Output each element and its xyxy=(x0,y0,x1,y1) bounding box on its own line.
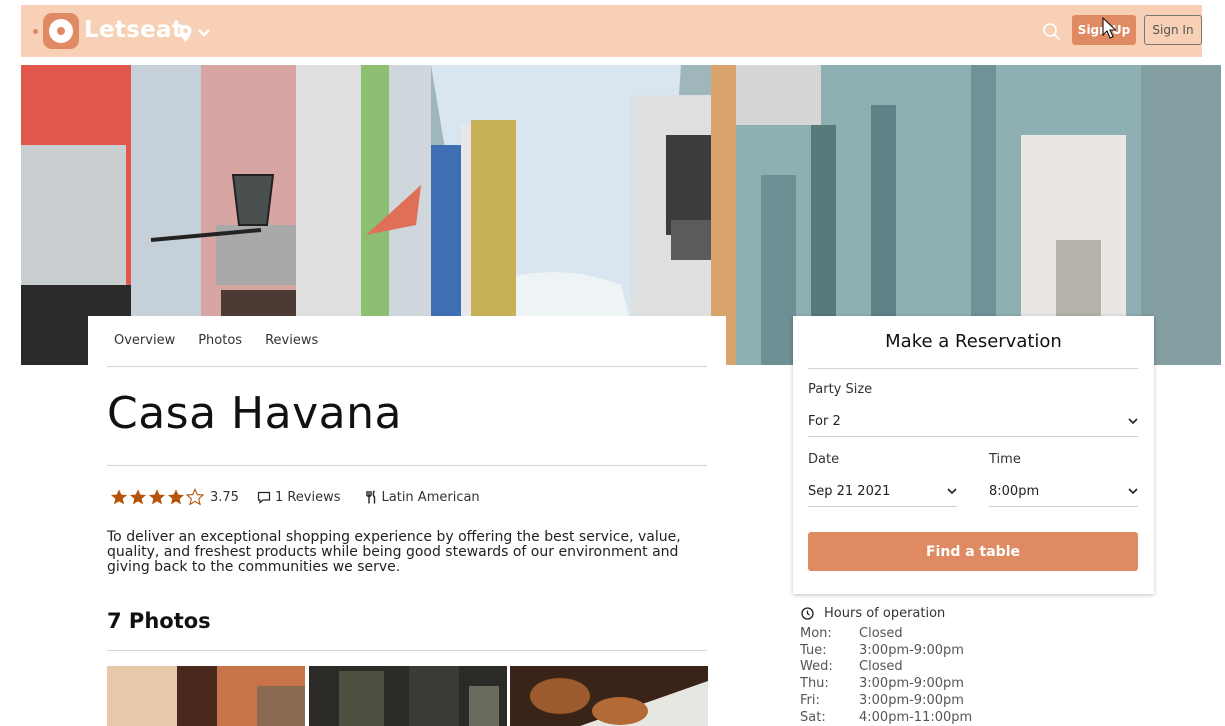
restaurant-meta: 3.75 1 Reviews Latin American xyxy=(110,488,480,506)
divider xyxy=(808,368,1138,369)
navbar: Letseat Sign Up Sign In xyxy=(21,5,1202,57)
star-outline-icon xyxy=(186,488,204,506)
hours-day: Tue: xyxy=(800,642,827,658)
star-rating xyxy=(110,488,204,506)
date-value: Sep 21 2021 xyxy=(808,484,891,499)
photo-thumbnail[interactable] xyxy=(510,666,708,726)
logo-icon[interactable] xyxy=(43,13,79,49)
star-icon xyxy=(148,489,166,505)
star-icon xyxy=(110,489,128,505)
star-icon xyxy=(129,489,147,505)
date-select[interactable]: Sep 21 2021 xyxy=(808,477,957,507)
hours-day: Thu: xyxy=(800,676,829,692)
hours-time: Closed xyxy=(859,659,903,675)
logo-dot xyxy=(33,29,38,34)
find-table-button[interactable]: Find a table xyxy=(808,532,1138,571)
reservation-title: Make a Reservation xyxy=(885,331,1062,352)
star-icon xyxy=(167,489,185,505)
time-value: 8:00pm xyxy=(989,484,1040,499)
hours-row: Tue: 3:00pm-9:00pm xyxy=(800,643,972,660)
location-pin-icon[interactable] xyxy=(178,24,193,43)
divider xyxy=(107,366,707,367)
cuisine: Latin American xyxy=(365,490,480,505)
hours-day: Fri: xyxy=(800,692,820,708)
utensils-icon xyxy=(365,490,375,504)
photo-thumbnail[interactable] xyxy=(309,666,507,726)
hours-day: Mon: xyxy=(800,626,832,641)
hours-title: Hours of operation xyxy=(824,606,946,621)
time-select[interactable]: 8:00pm xyxy=(989,477,1138,507)
chevron-down-icon xyxy=(947,488,957,495)
chevron-down-icon xyxy=(1128,488,1138,495)
signin-button[interactable]: Sign In xyxy=(1144,15,1202,45)
hours-row: Wed: Closed xyxy=(800,659,972,676)
search-icon[interactable] xyxy=(1042,22,1061,41)
divider xyxy=(107,650,707,651)
hours-day: Sat: xyxy=(800,709,826,725)
divider xyxy=(107,465,707,466)
hours-time: 4:00pm-11:00pm xyxy=(859,709,973,725)
hours-day: Wed: xyxy=(800,659,833,675)
restaurant-description: To deliver an exceptional shopping exper… xyxy=(107,529,681,575)
hours-time: 3:00pm-9:00pm xyxy=(859,642,964,658)
time-label: Time xyxy=(989,452,1021,467)
rating-value: 3.75 xyxy=(210,489,239,505)
hours-heading: Hours of operation xyxy=(801,606,945,621)
reviews-count[interactable]: 1 Reviews xyxy=(257,490,341,505)
section-tabs: Overview Photos Reviews xyxy=(88,316,726,366)
chevron-down-icon[interactable] xyxy=(198,29,210,37)
mouse-cursor-icon xyxy=(1102,17,1116,39)
reviews-label: 1 Reviews xyxy=(274,489,341,505)
chevron-down-icon xyxy=(1128,418,1138,425)
hours-time: 3:00pm-9:00pm xyxy=(859,676,964,692)
photos-heading: 7 Photos xyxy=(107,609,211,633)
hours-row: Thu: 3:00pm-9:00pm xyxy=(800,676,972,693)
comment-icon xyxy=(257,491,271,504)
photo-thumbnail[interactable] xyxy=(107,666,305,726)
tab-photos[interactable]: Photos xyxy=(198,333,242,348)
hours-list: Mon: Closed Tue: 3:00pm-9:00pm Wed: Closed … xyxy=(800,626,972,726)
hours-row: Sat: 4:00pm-11:00pm xyxy=(800,710,972,726)
party-size-select[interactable]: For 2 xyxy=(808,407,1138,437)
tab-overview[interactable]: Overview xyxy=(114,333,175,348)
hours-row: Mon: Closed xyxy=(800,626,972,643)
brand-name[interactable]: Letseat xyxy=(84,17,183,43)
party-size-label: Party Size xyxy=(808,382,873,397)
restaurant-title: Casa Havana xyxy=(107,388,402,439)
clock-icon xyxy=(801,607,814,620)
reservation-card: Make a Reservation Party Size For 2 Date… xyxy=(793,316,1154,594)
cuisine-label: Latin American xyxy=(381,489,480,505)
party-size-value: For 2 xyxy=(808,414,841,429)
date-label: Date xyxy=(808,452,840,467)
hours-row: Fri: 3:00pm-9:00pm xyxy=(800,693,972,710)
hours-time: 3:00pm-9:00pm xyxy=(859,692,964,708)
tab-reviews[interactable]: Reviews xyxy=(265,333,318,348)
hours-time: Closed xyxy=(859,626,903,641)
